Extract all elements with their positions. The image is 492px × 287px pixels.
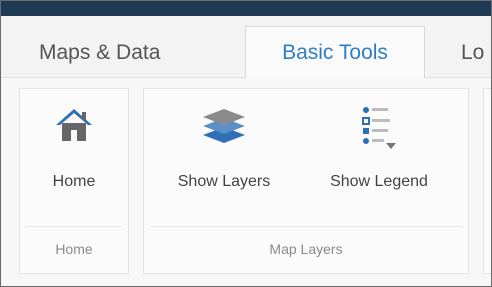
show-layers-label: Show Layers [177, 173, 271, 190]
ribbon-panel: Home Home Show Layers Show Legend Map La… [1, 78, 491, 278]
app-window: Maps & Data Basic Tools Lo Home Home Sho… [0, 0, 492, 287]
home-button[interactable]: Home [30, 105, 118, 215]
show-layers-button[interactable]: Show Layers [154, 105, 294, 215]
home-button-label: Home [52, 173, 96, 190]
group-divider [26, 226, 122, 227]
legend-icon [359, 105, 399, 156]
tab-truncated[interactable]: Lo [461, 28, 484, 78]
group-label-map-layers: Map Layers [269, 241, 343, 257]
show-legend-label: Show Legend [330, 173, 428, 190]
ribbon-group-truncated [483, 88, 491, 274]
ribbon-group-home: Home Home [19, 88, 129, 274]
group-label-home: Home [55, 241, 93, 257]
home-icon [54, 105, 94, 150]
tab-maps-and-data[interactable]: Maps & Data [39, 28, 160, 78]
ribbon-tab-strip: Maps & Data Basic Tools Lo [1, 16, 491, 78]
tab-basic-tools[interactable]: Basic Tools [245, 26, 425, 78]
ribbon-group-map-layers: Show Layers Show Legend Map Layers [143, 88, 469, 274]
group-divider [150, 226, 462, 227]
layers-icon [201, 105, 247, 150]
title-bar [1, 1, 491, 16]
show-legend-button[interactable]: Show Legend [304, 105, 454, 215]
